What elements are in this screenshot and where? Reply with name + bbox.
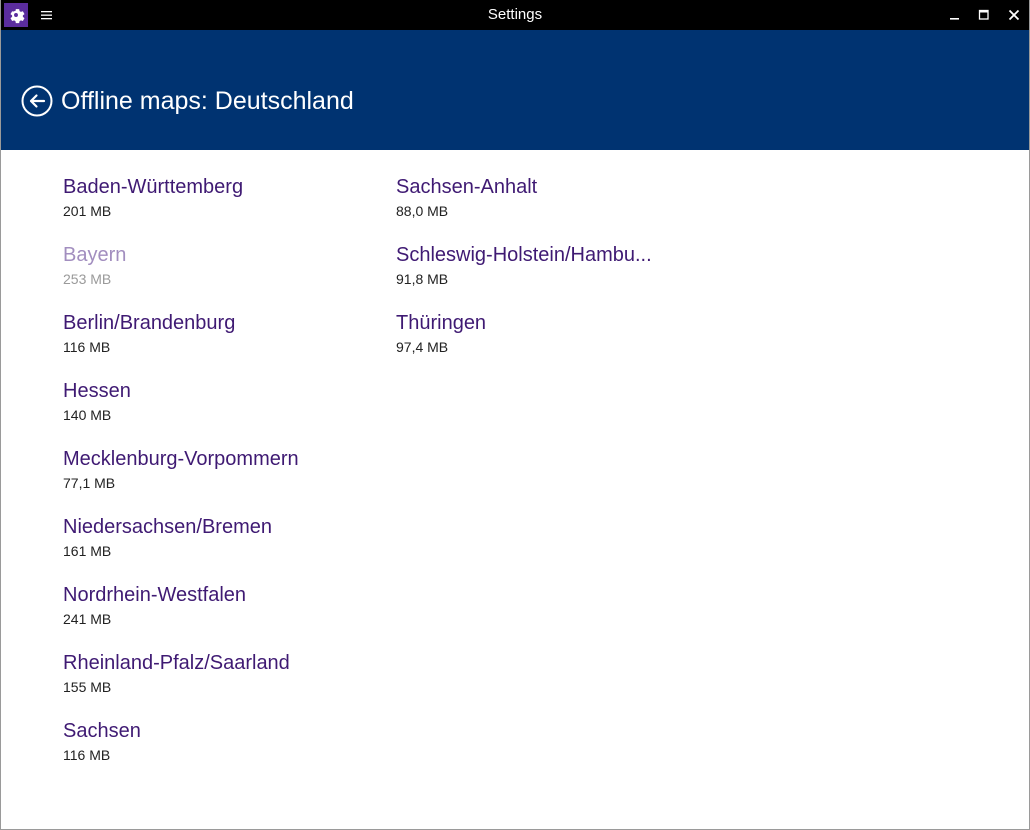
region-size: 116 MB <box>63 339 111 355</box>
settings-window: Settings Offline maps: Deutschland Baden… <box>0 0 1030 830</box>
region-size: 97,4 MB <box>396 339 449 355</box>
region-column-right: Sachsen-Anhalt 88,0 MB Schleswig-Holstei… <box>396 174 696 378</box>
region-item[interactable]: Niedersachsen/Bremen 161 MB <box>63 514 373 582</box>
region-item[interactable]: Sachsen 116 MB <box>63 718 373 786</box>
region-item[interactable]: Berlin/Brandenburg 116 MB <box>63 310 373 378</box>
region-size: 116 MB <box>63 747 111 763</box>
region-name: Rheinland-Pfalz/Saarland <box>63 652 290 674</box>
region-name: Nordrhein-Westfalen <box>63 584 247 606</box>
minimize-icon[interactable] <box>939 0 971 30</box>
page-title: Offline maps: Deutschland <box>61 87 354 115</box>
back-arrow-icon[interactable] <box>20 84 54 118</box>
region-name: Sachsen <box>63 720 141 742</box>
region-name: Mecklenburg-Vorpommern <box>63 448 299 470</box>
region-item[interactable]: Nordrhein-Westfalen 241 MB <box>63 582 373 650</box>
region-list: Baden-Württemberg 201 MB Bayern 253 MB B… <box>1 150 1029 829</box>
region-name: Schleswig-Holstein/Hambu... <box>396 244 652 266</box>
region-item[interactable]: Bayern 253 MB <box>63 242 373 310</box>
region-name: Bayern <box>63 244 127 266</box>
region-item[interactable]: Hessen 140 MB <box>63 378 373 446</box>
region-size: 161 MB <box>63 543 112 559</box>
region-item[interactable]: Thüringen 97,4 MB <box>396 310 696 378</box>
region-size: 253 MB <box>63 271 112 287</box>
region-size: 88,0 MB <box>396 203 449 219</box>
region-size: 140 MB <box>63 407 112 423</box>
region-column-left: Baden-Württemberg 201 MB Bayern 253 MB B… <box>63 174 373 786</box>
page-header: Offline maps: Deutschland <box>1 30 1029 150</box>
region-item[interactable]: Mecklenburg-Vorpommern 77,1 MB <box>63 446 373 514</box>
region-name: Baden-Württemberg <box>63 176 244 198</box>
region-name: Sachsen-Anhalt <box>396 176 538 198</box>
region-name: Niedersachsen/Bremen <box>63 516 272 538</box>
region-item[interactable]: Rheinland-Pfalz/Saarland 155 MB <box>63 650 373 718</box>
region-name: Hessen <box>63 380 131 402</box>
region-size: 155 MB <box>63 679 112 695</box>
maximize-icon[interactable] <box>968 0 1000 30</box>
region-size: 201 MB <box>63 203 112 219</box>
region-item[interactable]: Sachsen-Anhalt 88,0 MB <box>396 174 696 242</box>
region-size: 241 MB <box>63 611 112 627</box>
region-size: 91,8 MB <box>396 271 449 287</box>
region-item[interactable]: Schleswig-Holstein/Hambu... 91,8 MB <box>396 242 696 310</box>
window-title: Settings <box>487 6 543 23</box>
close-icon[interactable] <box>998 0 1029 30</box>
region-name: Berlin/Brandenburg <box>63 312 236 334</box>
region-name: Thüringen <box>396 312 487 334</box>
region-size: 77,1 MB <box>63 475 116 491</box>
title-bar[interactable]: Settings <box>1 0 1029 30</box>
region-item[interactable]: Baden-Württemberg 201 MB <box>63 174 373 242</box>
